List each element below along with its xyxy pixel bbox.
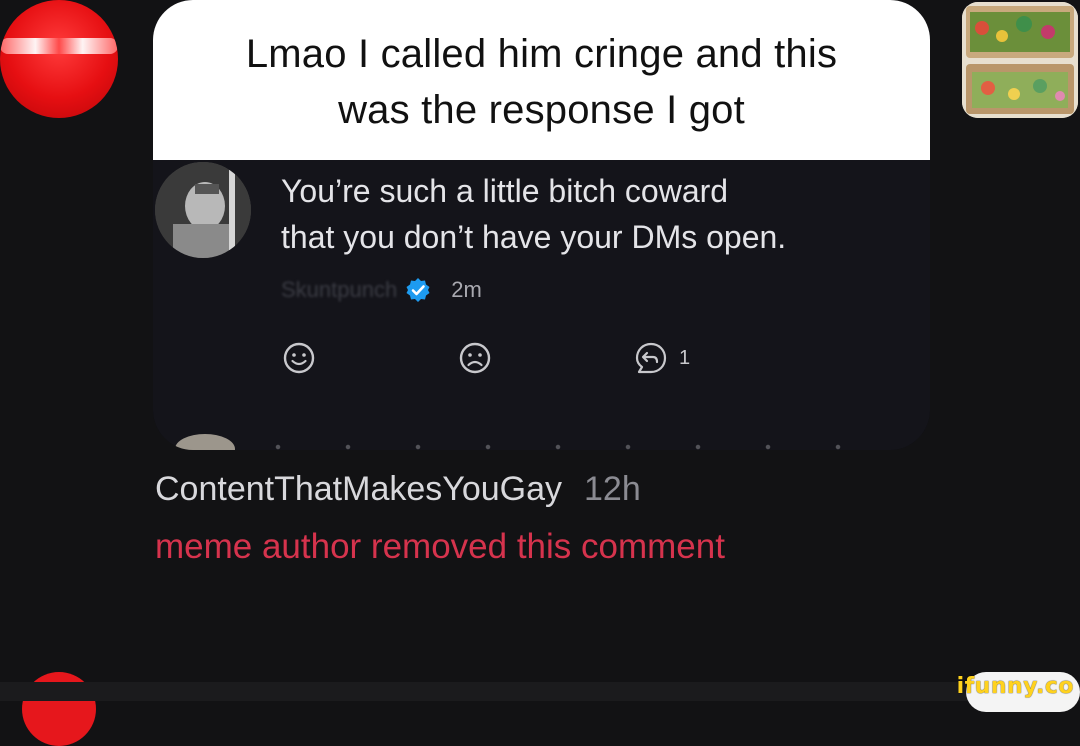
tweet-actions: 1 <box>281 340 881 380</box>
next-tweet-text-peek <box>243 444 893 450</box>
reply-icon <box>635 342 667 374</box>
tweet-meta: Skuntpunch 2m <box>281 272 482 308</box>
tweet-screenshot: You’re such a little bitch coward that y… <box>153 160 930 450</box>
tweet-text-line-2: that you don’t have your DMs open. <box>281 219 787 255</box>
tweet-text-line-1: You’re such a little bitch coward <box>281 173 729 209</box>
comment-author-name[interactable]: ContentThatMakesYouGay <box>155 470 562 508</box>
meme-caption: Lmao I called him cringe and this was th… <box>153 26 930 138</box>
verified-badge-icon <box>406 278 430 302</box>
bottom-bar <box>0 682 1080 701</box>
tweet-text: You’re such a little bitch coward that y… <box>281 168 786 260</box>
ifunny-watermark: ifunny.co <box>956 674 1074 699</box>
smile-icon <box>283 342 315 374</box>
frown-reaction-button <box>457 340 493 376</box>
avatar-eye-band <box>0 38 118 54</box>
thumbnail-image <box>962 2 1078 118</box>
comment-removed-notice: meme author removed this comment <box>155 527 725 566</box>
tweet-avatar-image <box>155 162 251 258</box>
smile-reaction-button <box>281 340 317 376</box>
frown-icon <box>459 342 491 374</box>
meme-image[interactable]: Lmao I called him cringe and this was th… <box>153 0 930 450</box>
meme-caption-line-1: Lmao I called him cringe and this <box>245 32 838 76</box>
meme-thumbnail[interactable] <box>962 2 1078 118</box>
tweet-username: Skuntpunch <box>281 277 398 302</box>
tweet-time: 2m <box>451 277 482 302</box>
next-tweet-avatar-peek <box>175 434 235 450</box>
meme-caption-line-2: was the response I got <box>338 88 745 132</box>
comment-timestamp: 12h <box>584 470 641 508</box>
reply-button: 1 <box>633 340 690 376</box>
reply-count: 1 <box>679 346 691 369</box>
meme-caption-box: Lmao I called him cringe and this was th… <box>153 0 930 160</box>
comment-header: ContentThatMakesYouGay 12h <box>155 470 641 509</box>
user-avatar-left[interactable] <box>0 0 118 118</box>
tweet-avatar <box>155 162 251 258</box>
